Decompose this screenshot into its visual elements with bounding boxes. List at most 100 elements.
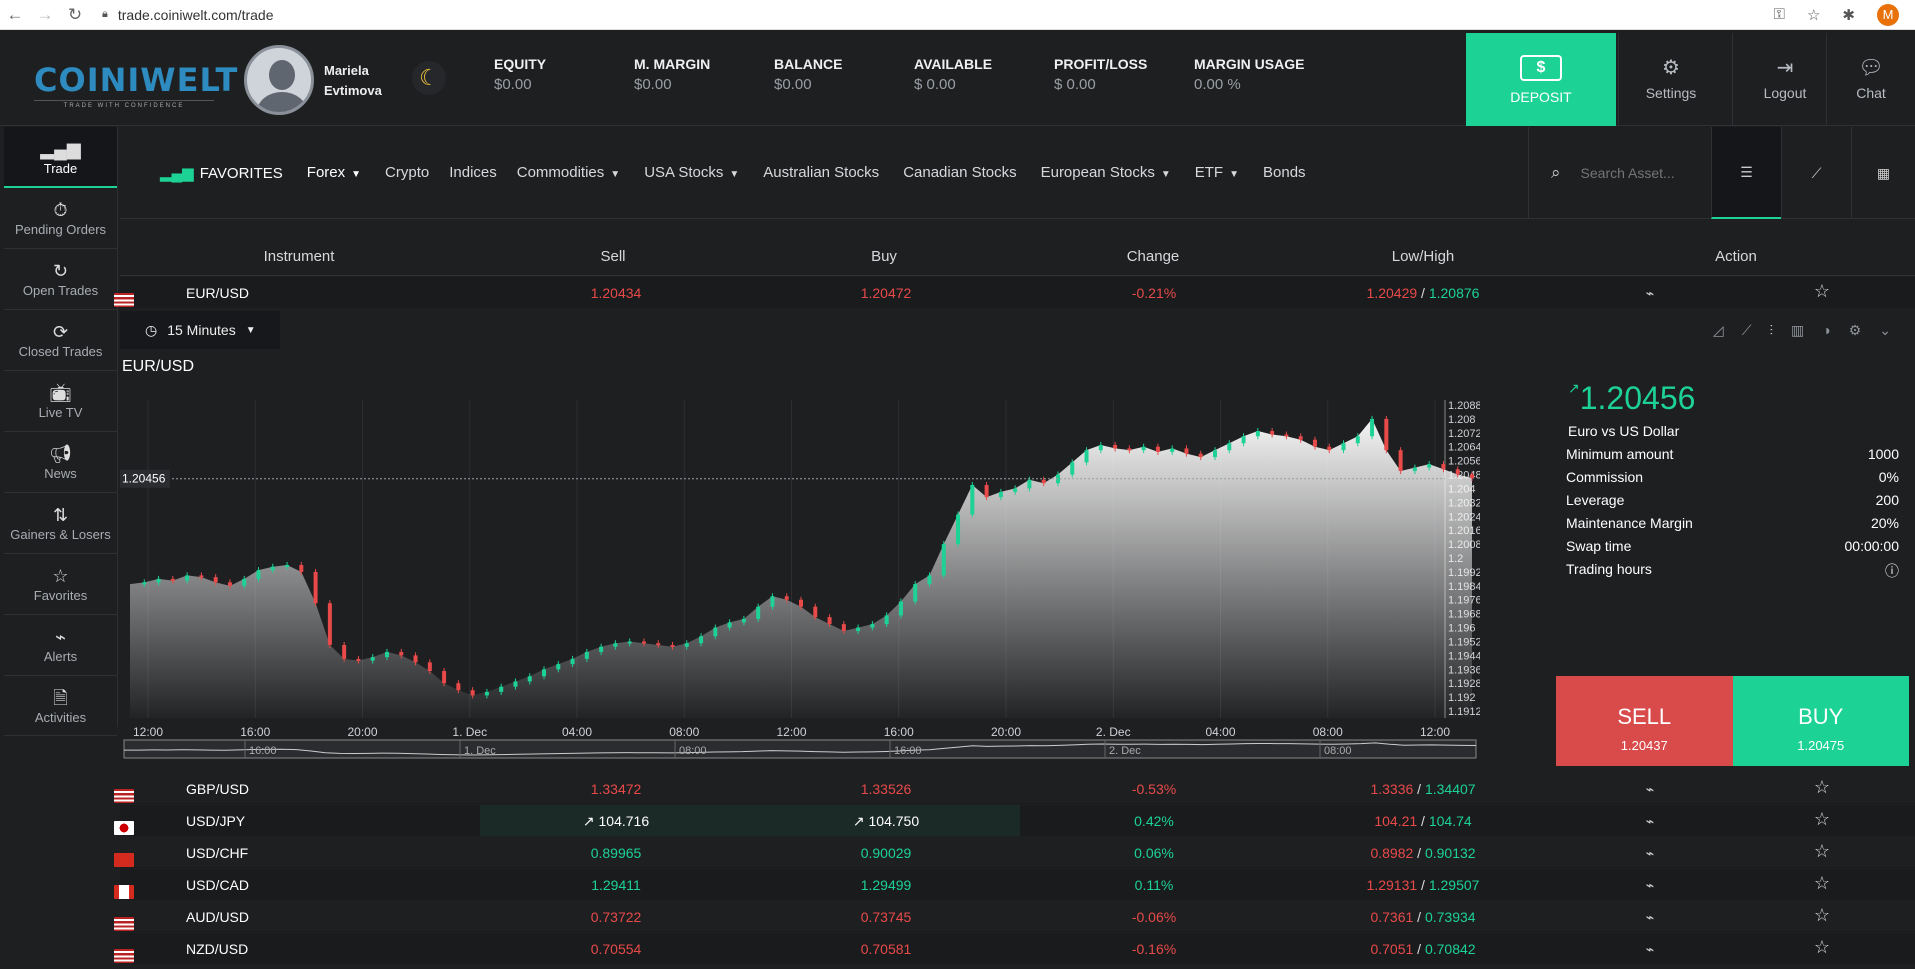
sidebar-item-pending-orders[interactable]: ⏱ Pending Orders xyxy=(4,188,117,249)
sell-price[interactable]: 1.33472 xyxy=(591,781,642,797)
bar-chart-icon[interactable]: ▥ xyxy=(1791,322,1804,339)
tab-forex[interactable]: Forex ▼ xyxy=(307,164,361,181)
table-row[interactable]: USD/CAD 1.29411 1.29499 0.11% 1.29131 / 1.29… xyxy=(114,869,1915,900)
extensions-icon[interactable]: ✱ xyxy=(1842,6,1855,24)
tab-commodities[interactable]: Commodities ▼ xyxy=(517,164,620,181)
reload-icon[interactable]: ↻ xyxy=(60,5,90,25)
logo-tagline: TRADE WITH CONFIDENCE xyxy=(34,100,214,109)
back-icon[interactable]: ← xyxy=(0,5,30,25)
candle xyxy=(1213,450,1218,458)
sidebar-item-closed-trades[interactable]: ⟳ Closed Trades xyxy=(4,310,117,371)
tab-usa-stocks[interactable]: USA Stocks ▼ xyxy=(644,164,739,181)
favorite-star-icon[interactable]: ☆ xyxy=(1814,809,1830,830)
flag-us-icon xyxy=(114,949,134,963)
table-row[interactable]: USD/JPY ↗ 104.716 ↗ 104.750 0.42% 104.21 / 1… xyxy=(114,805,1915,836)
profile-avatar[interactable]: M xyxy=(1877,3,1899,26)
user-avatar[interactable] xyxy=(244,45,314,115)
info-icon[interactable]: ⓘ xyxy=(1885,561,1899,581)
table-row-selected[interactable]: EUR/USD 1.20434 1.20472 -0.21% 1.20429 /… xyxy=(114,277,1915,308)
buy-price[interactable]: 0.73745 xyxy=(861,909,912,925)
sell-price[interactable]: 1.29411 xyxy=(591,877,641,893)
buy-price[interactable]: ↗ 104.750 xyxy=(853,813,919,830)
collapse-chevron-icon[interactable]: ⌄ xyxy=(1879,322,1891,339)
sidebar-item-trade[interactable]: ▂▄▆ Trade xyxy=(4,127,117,188)
tab-australian-stocks[interactable]: Australian Stocks xyxy=(763,164,879,181)
theme-icon[interactable]: ◑ xyxy=(1822,322,1830,339)
chart-action-icon[interactable]: ⌁ xyxy=(1646,909,1654,926)
tab-etf[interactable]: ETF ▼ xyxy=(1195,164,1239,181)
buy-price[interactable]: 0.70581 xyxy=(861,941,912,957)
chat-button[interactable]: 💬︎ Chat xyxy=(1826,33,1915,126)
tab-favorites[interactable]: ▂▄▆ FAVORITES xyxy=(160,164,283,182)
chart-action-icon[interactable]: ⌁ xyxy=(1646,941,1654,958)
candle xyxy=(1041,479,1046,484)
buy-price[interactable]: 1.33526 xyxy=(861,781,912,797)
sell-price[interactable]: ↗ 104.716 xyxy=(583,813,649,830)
sell-button[interactable]: SELL 1.20437 xyxy=(1556,676,1733,766)
tab-indices[interactable]: Indices xyxy=(449,164,497,181)
sell-label: SELL xyxy=(1617,704,1672,729)
logo[interactable]: COINIWELT TRADE WITH CONFIDENCE xyxy=(34,61,237,109)
buy-button[interactable]: BUY 1.20475 xyxy=(1732,676,1909,766)
key-icon[interactable]: ⚿ xyxy=(1774,6,1785,23)
tab-bonds[interactable]: Bonds xyxy=(1263,164,1306,181)
forward-icon[interactable]: → xyxy=(30,5,60,25)
chart-action-icon[interactable]: ⌁ xyxy=(1646,781,1654,798)
tab-crypto[interactable]: Crypto xyxy=(385,164,429,181)
sell-price[interactable]: 0.70554 xyxy=(591,941,642,957)
list-icon: ☰ xyxy=(1740,163,1753,180)
area-chart-icon[interactable]: ◿ xyxy=(1713,322,1724,339)
chart-view-button[interactable]: ⟋ xyxy=(1781,127,1851,219)
gear-icon: ⚙ xyxy=(1662,57,1680,79)
sidebar-item-live-tv[interactable]: 📺︎ Live TV xyxy=(4,371,117,432)
tab-european-stocks[interactable]: European Stocks ▼ xyxy=(1041,164,1171,181)
search-input[interactable] xyxy=(1580,165,1681,181)
chart-action-icon[interactable]: ⌁ xyxy=(1646,285,1654,302)
chart-action-icon[interactable]: ⌁ xyxy=(1646,813,1654,830)
tab-canadian-stocks[interactable]: Canadian Stocks xyxy=(903,164,1016,181)
search-icon[interactable]: ⌕ xyxy=(1551,163,1561,183)
favorite-star-icon[interactable]: ☆ xyxy=(1814,281,1830,302)
sell-price[interactable]: 0.73722 xyxy=(591,909,642,925)
candlestick-icon[interactable]: ⫶ xyxy=(1770,322,1774,339)
chart-action-icon[interactable]: ⌁ xyxy=(1646,877,1654,894)
sidebar-item-gainers-losers[interactable]: ⇅ Gainers & Losers xyxy=(4,493,117,554)
indicators-icon[interactable]: ⚙ xyxy=(1849,322,1862,339)
table-row[interactable]: AUD/USD 0.73722 0.73745 -0.06% 0.7361 / 0.73… xyxy=(114,901,1915,932)
favorite-star-icon[interactable]: ☆ xyxy=(1814,777,1830,798)
deposit-button[interactable]: $ DEPOSIT xyxy=(1466,33,1616,126)
favorite-star-icon[interactable]: ☆ xyxy=(1814,937,1830,958)
detail-value: 1000 xyxy=(1867,446,1899,462)
favorite-star-icon[interactable]: ☆ xyxy=(1814,841,1830,862)
logout-button[interactable]: ⇥ Logout xyxy=(1732,33,1837,126)
buy-price[interactable]: 1.29499 xyxy=(861,877,912,893)
address-bar[interactable]: 🔒︎ trade.coiniwelt.com/trade xyxy=(102,3,1774,27)
sidebar-item-activities[interactable]: 🗎 Activities xyxy=(4,676,117,736)
sidebar-item-open-trades[interactable]: ↻ Open Trades xyxy=(4,249,117,310)
sidebar-item-favorites[interactable]: ☆ Favorites xyxy=(4,554,117,615)
sell-price[interactable]: 0.89965 xyxy=(591,845,642,861)
grid-view-button[interactable]: ▦ xyxy=(1851,127,1915,219)
chart-action-icon[interactable]: ⌁ xyxy=(1646,845,1654,862)
moon-icon[interactable]: ☾ xyxy=(412,61,446,95)
table-row[interactable]: NZD/USD 0.70554 0.70581 -0.16% 0.7051 / 0.70… xyxy=(114,933,1915,964)
line-chart-icon[interactable]: ⟋ xyxy=(1742,322,1752,339)
sidebar-item-news[interactable]: 📢︎ News xyxy=(4,432,117,493)
price-chart[interactable]: 12:00 16:00 20:00 1. Dec 04:00 08:00 12:00 16:0… xyxy=(120,308,1480,760)
buy-price[interactable]: 1.20472 xyxy=(861,285,912,301)
sell-price[interactable]: 1.20434 xyxy=(591,285,642,301)
favorite-star-icon[interactable]: ☆ xyxy=(1814,905,1830,926)
list-view-button[interactable]: ☰ xyxy=(1711,127,1781,219)
sidebar-item-alerts[interactable]: ⌁ Alerts xyxy=(4,615,117,676)
high-value: 0.90132 xyxy=(1424,845,1476,861)
table-row[interactable]: USD/CHF 0.89965 0.90029 0.06% 0.8982 / 0.901… xyxy=(114,837,1915,868)
favorite-star-icon[interactable]: ☆ xyxy=(1814,873,1830,894)
table-row[interactable]: GBP/USD 1.33472 1.33526 -0.53% 1.3336 / 1.34… xyxy=(114,773,1915,804)
low-value: 1.20429 xyxy=(1366,285,1418,301)
bookmark-star-icon[interactable]: ☆ xyxy=(1807,6,1820,24)
col-buy: Buy xyxy=(871,248,897,265)
low-value: 104.21 xyxy=(1374,813,1418,829)
settings-button[interactable]: ⚙ Settings xyxy=(1618,33,1723,126)
detail-value: 0% xyxy=(1878,469,1899,485)
buy-price[interactable]: 0.90029 xyxy=(861,845,912,861)
